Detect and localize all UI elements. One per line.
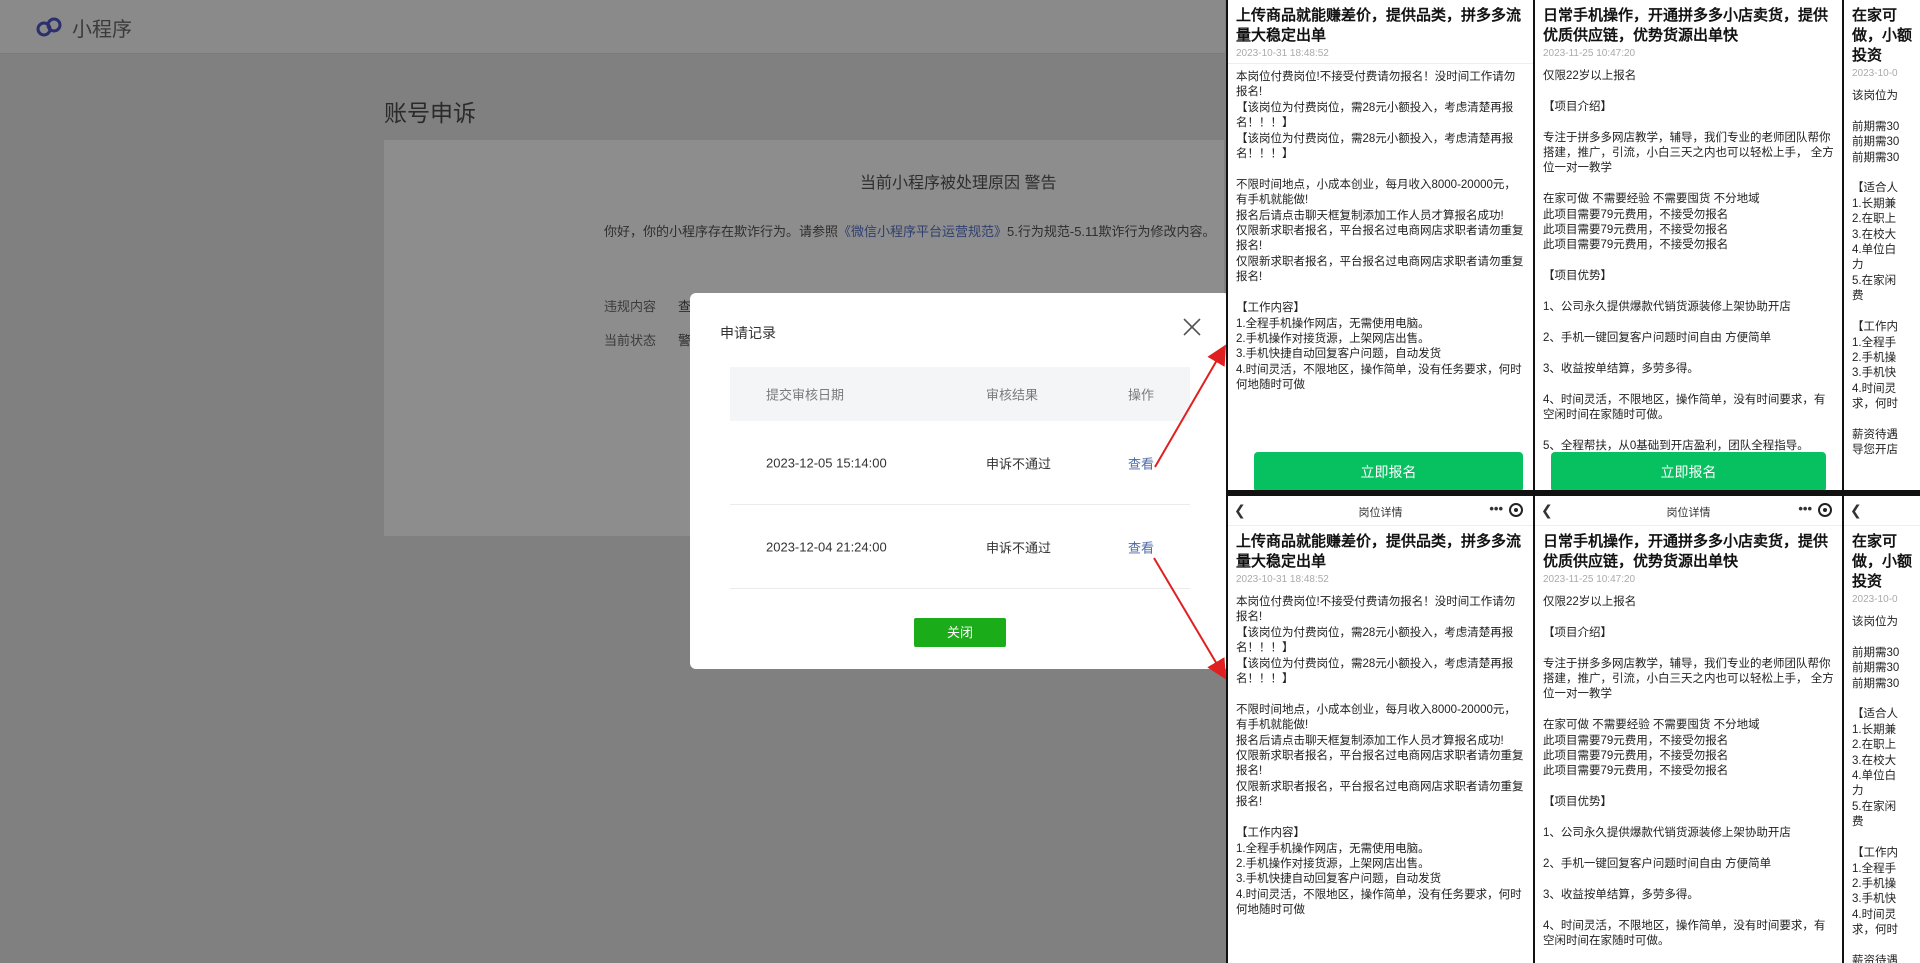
table-row: 2023-12-05 15:14:00 申诉不通过 查看 bbox=[730, 421, 1190, 505]
nav-bar: ❮ 岗位详情 ••• bbox=[1535, 496, 1842, 526]
job-description: 本岗位付费岗位!不接受付费请勿报名！没时间工作请勿报名! 【该岗位为付费岗位，需… bbox=[1228, 63, 1533, 400]
job-date: 2023-10-31 18:48:52 bbox=[1236, 574, 1329, 585]
table-row: 2023-12-04 21:24:00 申诉不通过 查看 bbox=[730, 505, 1190, 589]
reason-title: 当前小程序被处理原因 警告 bbox=[860, 175, 1057, 192]
job-description: 本岗位付费岗位!不接受付费请勿报名！没时间工作请勿报名! 【该岗位为付费岗位，需… bbox=[1236, 596, 1524, 917]
job-detail-screenshot: ❮ 岗位详情 ••• 日常手机操作，开通拼多多小店卖货，提供优质供应链，优势货源… bbox=[1535, 496, 1842, 963]
job-description: 该岗位为 前期需30 前期需30 前期需30 【适合人 1.长期兼 2.在职上 … bbox=[1852, 616, 1900, 963]
violation-label: 违规内容 bbox=[604, 299, 657, 314]
job-detail-screenshot: 在家可做，小额投资 2023-10-0 该岗位为 前期需30 前期需30 前期需… bbox=[1844, 0, 1920, 490]
brand-name[interactable]: 小程序 bbox=[72, 13, 132, 42]
application-record-dialog: 申请记录 提交审核日期 审核结果 操作 2023-12-05 15:14:00 … bbox=[690, 293, 1230, 669]
submit-date: 2023-12-05 15:14:00 bbox=[766, 455, 887, 470]
submit-date: 2023-12-04 21:24:00 bbox=[766, 539, 887, 554]
table-header: 提交审核日期 审核结果 操作 bbox=[730, 367, 1190, 421]
nav-title: 岗位详情 bbox=[1666, 507, 1711, 519]
job-title: 日常手机操作，开通拼多多小店卖货，提供优质供应链，优势货源出单快 bbox=[1543, 533, 1829, 570]
status-label: 当前状态 bbox=[604, 333, 657, 348]
capsule-close-icon[interactable] bbox=[1818, 503, 1832, 517]
view-link[interactable]: 查看 bbox=[1128, 453, 1154, 472]
dialog-title: 申请记录 bbox=[720, 325, 776, 341]
job-screenshots-panel: 上传商品就能赚差价，提供品类，拼多多流量大稳定出单 2023-10-31 18:… bbox=[1226, 0, 1920, 963]
job-title: 日常手机操作，开通拼多多小店卖货，提供优质供应链，优势货源出单快 bbox=[1543, 7, 1829, 44]
reason-post: 5.行为规范-5.11欺诈行为修改内容。 bbox=[1007, 224, 1216, 239]
job-title: 在家可做，小额投资 bbox=[1852, 533, 1913, 590]
column-header-action: 操作 bbox=[1128, 387, 1155, 403]
back-icon[interactable]: ❮ bbox=[1850, 502, 1862, 519]
column-header-result: 审核结果 bbox=[986, 387, 1039, 403]
job-date: 2023-10-0 bbox=[1852, 594, 1898, 605]
rules-link[interactable]: 《微信小程序平台运营规范》 bbox=[838, 224, 1007, 239]
view-link[interactable]: 查看 bbox=[1128, 537, 1154, 556]
job-title: 上传商品就能赚差价，提供品类，拼多多流量大稳定出单 bbox=[1236, 7, 1522, 44]
capsule-close-icon[interactable] bbox=[1509, 503, 1523, 517]
job-title: 上传商品就能赚差价，提供品类，拼多多流量大稳定出单 bbox=[1236, 533, 1522, 570]
nav-title: 岗位详情 bbox=[1358, 507, 1403, 519]
records-table: 提交审核日期 审核结果 操作 2023-12-05 15:14:00 申诉不通过… bbox=[730, 367, 1190, 589]
column-header-date: 提交审核日期 bbox=[766, 387, 845, 403]
close-button[interactable]: 关闭 bbox=[914, 618, 1006, 647]
review-result: 申诉不通过 bbox=[986, 456, 1052, 471]
nav-bar: ❮ 岗位详情 ••• bbox=[1228, 496, 1533, 526]
job-detail-screenshot: 上传商品就能赚差价，提供品类，拼多多流量大稳定出单 2023-10-31 18:… bbox=[1228, 0, 1533, 490]
job-description: 仅限22岁以上报名 【项目介绍】 专注于拼多多网店教学，辅导，我们专业的老师团队… bbox=[1543, 596, 1834, 947]
apply-button[interactable]: 立即报名 bbox=[1551, 452, 1826, 490]
job-date: 2023-11-25 10:47:20 bbox=[1543, 48, 1636, 59]
job-date: 2023-10-31 18:48:52 bbox=[1236, 48, 1329, 59]
job-title: 在家可做，小额投资 bbox=[1852, 7, 1913, 64]
apply-button[interactable]: 立即报名 bbox=[1254, 452, 1523, 490]
nav-bar: ❮ bbox=[1844, 496, 1920, 526]
more-icon[interactable]: ••• bbox=[1489, 501, 1503, 516]
close-icon[interactable] bbox=[1180, 315, 1204, 339]
job-detail-screenshot: ❮ 在家可做，小额投资 2023-10-0 该岗位为 前期需30 前期需30 前… bbox=[1844, 496, 1920, 963]
job-date: 2023-11-25 10:47:20 bbox=[1543, 574, 1636, 585]
reason-text: 你好，你的小程序存在欺诈行为。请参照《微信小程序平台运营规范》5.行为规范-5.… bbox=[604, 221, 1216, 240]
reason-pre: 你好，你的小程序存在欺诈行为。请参照 bbox=[604, 224, 839, 239]
job-description: 该岗位为 前期需30 前期需30 前期需30 【适合人 1.长期兼 2.在职上 … bbox=[1852, 90, 1900, 457]
job-detail-screenshot: 日常手机操作，开通拼多多小店卖货，提供优质供应链，优势货源出单快 2023-11… bbox=[1535, 0, 1842, 490]
job-description: 仅限22岁以上报名 【项目介绍】 专注于拼多多网店教学，辅导，我们专业的老师团队… bbox=[1543, 70, 1834, 452]
job-date: 2023-10-0 bbox=[1852, 68, 1898, 79]
job-detail-screenshot: ❮ 岗位详情 ••• 上传商品就能赚差价，提供品类，拼多多流量大稳定出单 202… bbox=[1228, 496, 1533, 963]
mini-program-logo-icon[interactable] bbox=[34, 14, 64, 40]
page-title: 账号申诉 bbox=[384, 100, 476, 126]
review-result: 申诉不通过 bbox=[986, 540, 1052, 555]
top-bar: 小程序 bbox=[0, 0, 1225, 54]
more-icon[interactable]: ••• bbox=[1798, 501, 1812, 516]
